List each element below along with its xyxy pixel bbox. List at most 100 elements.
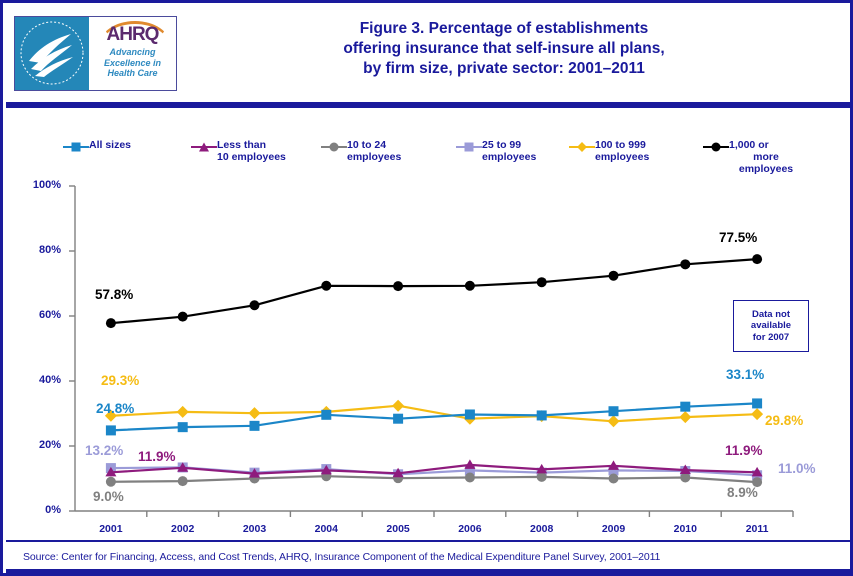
ahrq-wordmark: AHRQ Advancing Excellence in Health Care: [89, 17, 176, 90]
x-axis-label: 2006: [458, 523, 482, 535]
data-value-label: 8.9%: [727, 485, 758, 500]
ahrq-tagline-line2: Excellence in: [103, 57, 162, 68]
legend-item-2: Less than 10 employees: [191, 139, 286, 163]
figure-title: Figure 3. Percentage of establishments o…: [189, 19, 819, 79]
series-less-than-10-employees: [105, 459, 763, 478]
legend-swatch-diamond-icon: [569, 141, 595, 152]
chart-plot-area: 0% 20% 40% 60% 80% 100% 2001 2002 2003 2004 2005 20…: [3, 173, 850, 535]
legend-swatch-square-icon: [456, 141, 482, 152]
data-point-circle-icon: [177, 476, 188, 487]
note-line1: Data not: [751, 308, 790, 320]
data-point-square-icon: [608, 406, 619, 417]
series-100-to-999-employees: [104, 399, 764, 428]
footer-divider: [6, 540, 853, 542]
legend-label-2: Less than 10 employees: [217, 139, 286, 163]
legend-label-5: 100 to 999 employees: [595, 139, 650, 163]
series-10-to-24-employees: [105, 471, 763, 488]
figure-title-line2: offering insurance that self-insure all …: [343, 40, 665, 57]
data-point-diamond-icon: [248, 407, 261, 420]
x-axis-label: 2010: [673, 523, 697, 535]
y-axis-label: 40%: [38, 374, 61, 386]
data-point-circle-icon: [321, 280, 332, 291]
data-value-label: 29.8%: [765, 413, 804, 428]
legend-swatch-circle-icon: [321, 141, 347, 152]
data-value-label: 11.9%: [725, 443, 763, 458]
data-point-square-icon: [177, 422, 188, 433]
data-point-circle-icon: [752, 254, 763, 265]
y-axis-label: 0%: [45, 504, 61, 516]
data-value-label: 57.8%: [95, 287, 134, 302]
x-axis-label: 2003: [242, 523, 267, 535]
x-axis-label: 2011: [745, 523, 769, 535]
ahrq-tagline-line3: Health Care: [107, 68, 158, 78]
data-point-diamond-icon: [607, 415, 620, 428]
hhs-seal-icon: [15, 17, 89, 90]
series-all-sizes: [105, 398, 763, 436]
data-point-diamond-icon: [176, 405, 189, 418]
data-value-label: 11.9%: [138, 449, 176, 464]
x-axis-label: 2009: [601, 523, 626, 535]
data-point-circle-icon: [608, 473, 619, 484]
note-line2: available: [750, 320, 792, 332]
y-axis-label: 80%: [38, 244, 61, 256]
data-point-circle-icon: [105, 476, 116, 487]
data-point-square-icon: [680, 401, 691, 412]
ahrq-acronym: AHRQ: [106, 24, 160, 45]
data-point-circle-icon: [536, 277, 547, 288]
data-point-square-icon: [249, 420, 260, 431]
ahrq-tagline-line1: Advancing: [109, 47, 156, 57]
data-point-square-icon: [752, 398, 763, 409]
series-line: [110, 258, 758, 325]
legend-label-6: 1,000 or more employees: [729, 139, 794, 175]
data-value-label: 9.0%: [93, 489, 124, 504]
hhs-eagle-icon: [20, 21, 84, 85]
header-divider: [6, 102, 853, 108]
data-point-circle-icon: [393, 281, 404, 292]
ahrq-tagline: Advancing Excellence in Health Care: [89, 47, 176, 79]
data-value-label: 24.8%: [96, 401, 135, 416]
data-value-label: 29.3%: [101, 373, 140, 388]
legend-swatch-square-icon: [63, 141, 89, 152]
source-note: Source: Center for Financing, Access, an…: [23, 551, 661, 563]
data-point-diamond-icon: [392, 399, 405, 412]
data-point-circle-icon: [105, 318, 116, 329]
legend-label-1: All sizes: [89, 139, 132, 151]
data-point-square-icon: [536, 410, 547, 421]
data-point-diamond-icon: [679, 411, 692, 424]
x-axis-label: 2005: [386, 523, 410, 535]
y-axis-label: 60%: [38, 309, 61, 321]
footer-bar: [6, 569, 853, 576]
data-point-square-icon: [464, 409, 475, 420]
series-line: [110, 402, 758, 432]
legend-item-5: 100 to 999 employees: [569, 139, 649, 163]
x-axis-label: 2004: [314, 523, 338, 535]
series-1-000-or-more-employees: [105, 254, 763, 329]
legend-item-4: 25 to 99 employees: [456, 139, 536, 163]
data-point-diamond-icon: [751, 408, 764, 421]
x-axis-label: 2001: [99, 523, 123, 535]
data-point-square-icon: [105, 425, 116, 436]
legend-item-1: All sizes: [63, 139, 131, 152]
data-point-circle-icon: [608, 270, 619, 281]
figure-title-line1: Figure 3. Percentage of establishments: [359, 20, 649, 37]
data-point-square-icon: [393, 413, 404, 424]
data-point-circle-icon: [680, 259, 691, 270]
chart-legend: All sizes Less than 10 employees 10 to 24 em…: [63, 139, 803, 177]
ahrq-logo: AHRQ Advancing Excellence in Health Care: [14, 16, 177, 91]
data-point-square-icon: [321, 409, 332, 420]
header: AHRQ Advancing Excellence in Health Care…: [3, 3, 850, 100]
note-line3: for 2007: [752, 331, 790, 343]
data-point-circle-icon: [177, 311, 188, 322]
data-value-label: 33.1%: [726, 367, 765, 382]
legend-item-3: 10 to 24 employees: [321, 139, 401, 163]
series-line: [110, 475, 758, 484]
data-point-circle-icon: [249, 300, 260, 311]
data-point-circle-icon: [464, 472, 475, 483]
data-value-label: 77.5%: [719, 230, 758, 245]
figure-title-line3: by firm size, private sector: 2001–2011: [363, 60, 645, 77]
data-value-label: 13.2%: [85, 443, 124, 458]
legend-swatch-circle-icon: [703, 141, 729, 152]
data-point-circle-icon: [464, 280, 475, 291]
data-value-label: 11.0%: [778, 461, 816, 476]
legend-label-3: 10 to 24 employees: [347, 139, 402, 163]
